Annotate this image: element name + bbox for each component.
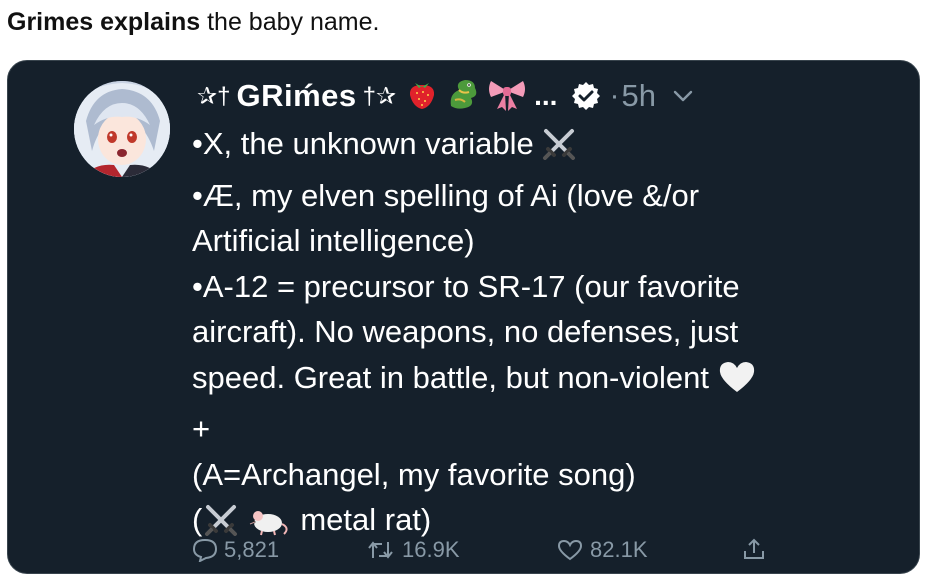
retweet-count: 16.9K	[402, 537, 460, 562]
tweet-line: +	[192, 411, 211, 446]
heart-icon	[557, 539, 583, 561]
caption-bold: Grimes explains	[7, 8, 201, 36]
paren-open: (	[192, 502, 203, 537]
share-button[interactable]	[741, 537, 773, 561]
avatar-image	[74, 81, 170, 177]
tweet-line: (A=Archangel, my favorite song)	[192, 456, 636, 492]
crossed-swords-icon	[542, 127, 576, 173]
caption: Grimes explains the baby name.	[7, 8, 379, 37]
retweet-button[interactable]: 16.9K	[366, 537, 460, 563]
tweet-actions: 5,821 16.9K 82.1K	[192, 537, 919, 573]
retweet-icon	[368, 541, 393, 559]
avatar[interactable]	[74, 81, 170, 177]
name-decoration-right: †✰	[362, 82, 397, 110]
dragon-icon	[445, 76, 481, 117]
ribbon-icon	[487, 77, 527, 116]
verified-badge-icon	[571, 81, 601, 111]
share-icon	[744, 538, 764, 559]
tweet-text: •X, the unknown variable •Æ, my elven sp…	[192, 121, 872, 549]
like-button[interactable]: 82.1K	[556, 537, 648, 563]
strawberry-icon	[405, 77, 439, 116]
name-truncation: ...	[534, 80, 558, 111]
tweet-header: ✰† GRiḿes †✰ ... · 5h	[191, 73, 899, 119]
like-count: 82.1K	[590, 537, 648, 562]
tweet-line: speed. Great in battle, but non-violent	[192, 355, 872, 407]
tweet-line: •A-12 = precursor to SR-17 (our favorite	[192, 268, 740, 304]
tweet-line: •Æ, my elven spelling of Ai (love &/or	[192, 177, 700, 213]
name-decoration-left: ✰†	[197, 82, 231, 110]
reply-icon	[192, 538, 218, 562]
tweet-line-text: metal rat)	[300, 502, 432, 537]
chevron-down-icon[interactable]	[672, 85, 694, 107]
reply-count: 5,821	[224, 537, 280, 562]
tweet-card[interactable]: ✰† GRiḿes †✰ ... · 5h •X, the unknown va…	[7, 60, 920, 574]
caption-rest: the baby name.	[200, 8, 380, 36]
tweet-line: aircraft). No weapons, no defenses, just	[192, 314, 739, 349]
tweet-line: •X, the unknown variable	[192, 121, 872, 173]
tweet-line-text: speed. Great in battle, but non-violent	[192, 359, 709, 395]
timestamp[interactable]: 5h	[621, 78, 655, 114]
tweet-line-text: •X, the unknown variable	[192, 126, 534, 161]
display-name[interactable]: GRiḿes	[236, 78, 356, 114]
tweet-line: Artificial intelligence)	[192, 223, 475, 258]
reply-button[interactable]: 5,821	[192, 537, 279, 563]
white-heart-icon	[717, 360, 757, 407]
separator-dot: ·	[609, 79, 620, 112]
